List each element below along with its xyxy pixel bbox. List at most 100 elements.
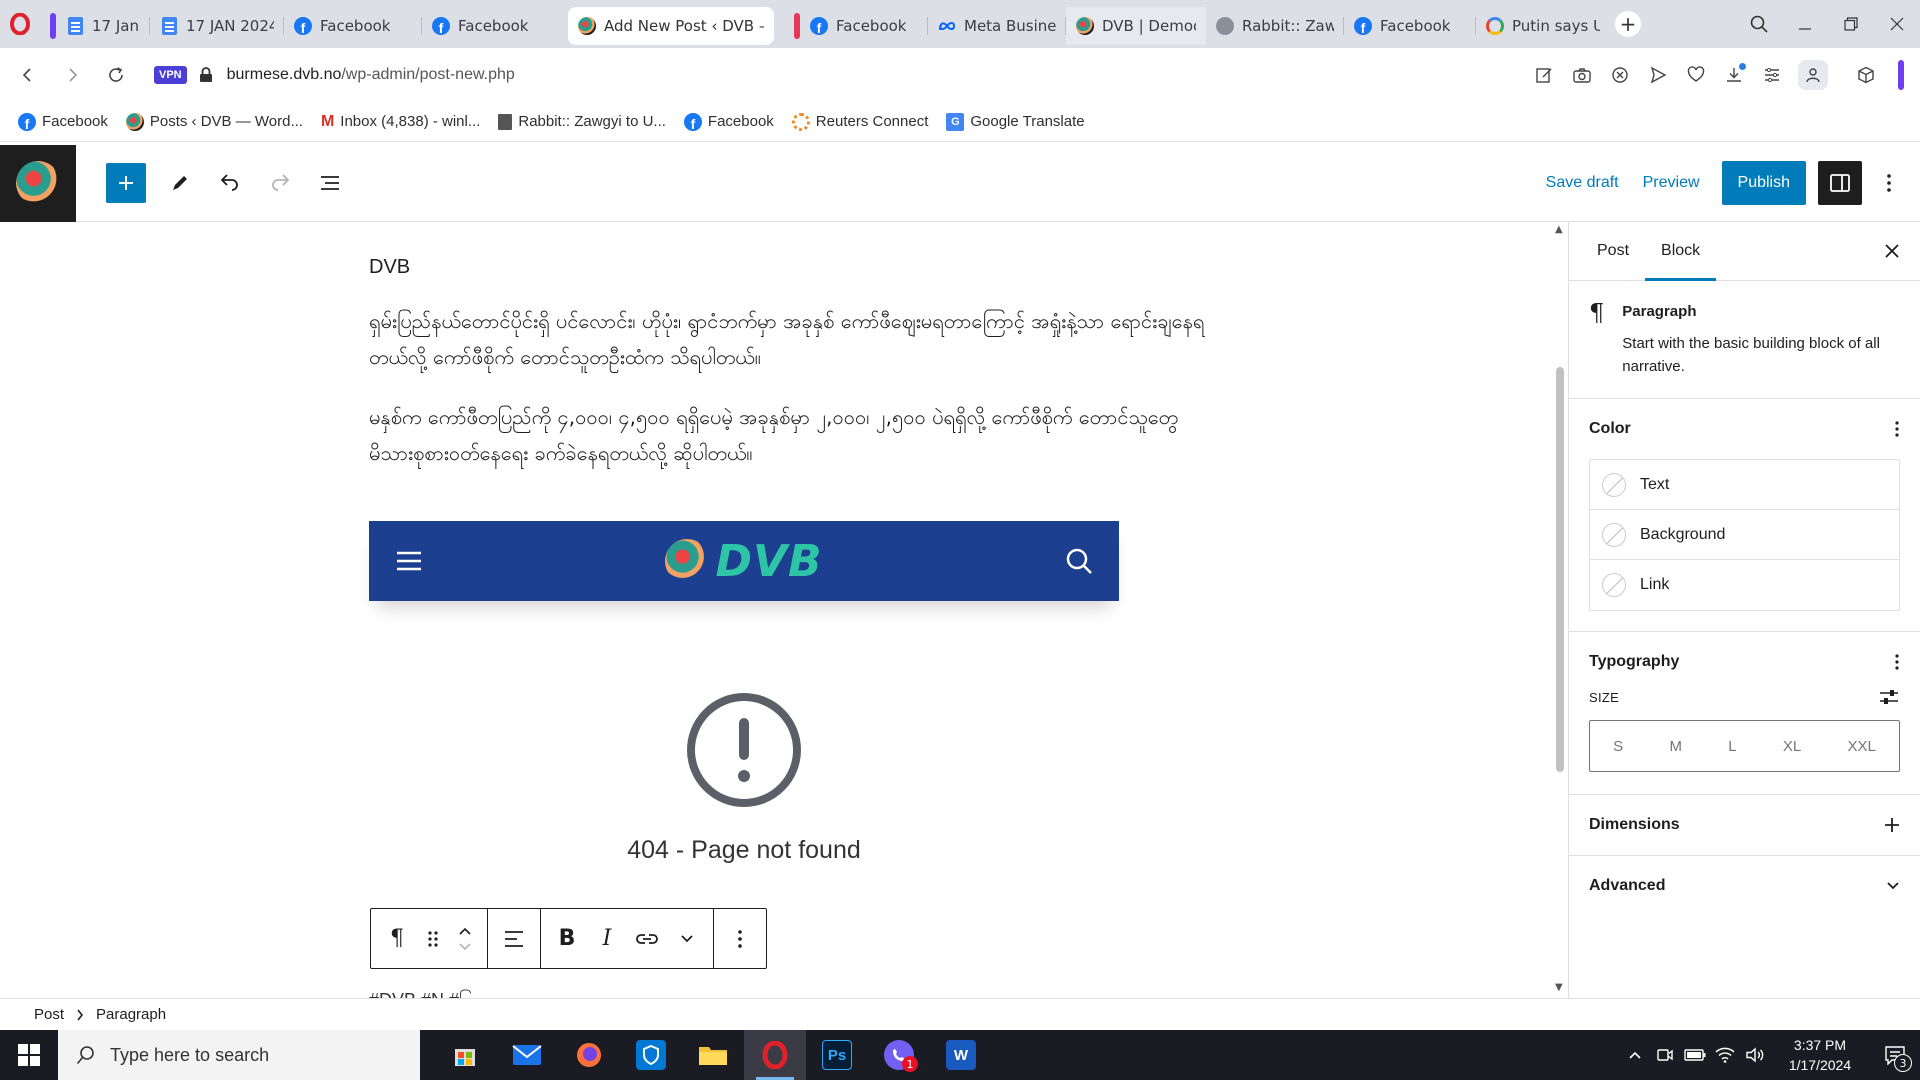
taskbar-search[interactable]: Type here to search [58,1030,420,1080]
url-field[interactable]: burmese.dvb.no/wp-admin/post-new.php [227,66,515,84]
bookmark-inbox[interactable]: M Inbox (4,838) - winl... [321,113,480,131]
save-draft-button[interactable]: Save draft [1534,174,1631,192]
breadcrumb-post[interactable]: Post [34,1006,64,1023]
site-logo-button[interactable] [0,144,76,222]
tab-facebook-1[interactable]: f Facebook [284,7,422,45]
color-option-link[interactable]: Link [1590,560,1899,610]
link-button[interactable] [627,915,667,963]
size-option-m[interactable]: M [1669,738,1682,755]
size-option-l[interactable]: L [1728,738,1736,755]
close-sidebar-button[interactable] [1864,222,1920,280]
breadcrumb-paragraph[interactable]: Paragraph [96,1006,166,1023]
volume-icon[interactable] [1740,1047,1770,1063]
bookmark-posts-dvb[interactable]: Posts ‹ DVB — Word... [125,112,303,131]
tools-button[interactable] [160,163,200,203]
paragraph-block[interactable]: မနှစ်က ကော်ဖီတပြည်ကို ၄,၀၀၀၊ ၄,၅၀၀ ရရှိပ… [369,399,1209,471]
profile-button[interactable] [1798,60,1828,90]
bold-button[interactable]: B [547,915,587,963]
download-icon[interactable] [1722,63,1746,87]
size-option-s[interactable]: S [1613,738,1623,755]
taskbar-app-mail[interactable] [496,1030,558,1080]
color-option-text[interactable]: Text [1590,460,1899,510]
drag-handle[interactable] [417,915,449,963]
forward-button[interactable] [54,57,90,93]
undo-button[interactable] [210,163,250,203]
hashtag-paragraph[interactable]: #DVB #N #ပြ ၂၀ ၂၀ ၂၀ ၂၀ [369,988,568,998]
tab-post[interactable]: Post [1581,222,1645,280]
taskbar-app-photoshop[interactable]: Ps [806,1030,868,1080]
lock-icon[interactable] [199,67,213,83]
tab-dvb-democratic[interactable]: DVB | Democra [1066,7,1206,45]
more-formats-button[interactable] [667,915,707,963]
taskbar-clock[interactable]: 3:37 PM 1/17/2024 [1770,1035,1870,1075]
tab-rabbit-zawgyi[interactable]: Rabbit:: Zawgy [1206,7,1344,45]
taskbar-app-word[interactable]: W [930,1030,992,1080]
document-overview-button[interactable] [310,163,350,203]
tab-facebook-2[interactable]: f Facebook [422,7,562,45]
adblock-icon[interactable] [1608,63,1632,87]
size-option-xl[interactable]: XL [1783,738,1801,755]
paragraph-transform-button[interactable]: ¶ [377,915,417,963]
scrollbar-thumb[interactable] [1556,367,1564,772]
move-down-icon[interactable] [458,942,472,952]
bookmark-rabbit-zawgyi[interactable]: Rabbit:: Zawgyi to U... [498,113,666,130]
advanced-panel-header[interactable]: Advanced [1589,856,1900,916]
edit-page-icon[interactable] [1532,63,1556,87]
tab-block[interactable]: Block [1645,222,1717,281]
meet-now-icon[interactable] [1650,1047,1680,1063]
redo-button[interactable] [260,163,300,203]
canvas-scrollbar[interactable]: ▲ ▼ [1552,222,1568,998]
taskbar-app-viber[interactable]: 1 [868,1030,930,1080]
bookmark-reuters[interactable]: Reuters Connect [791,112,928,131]
paragraph-byline[interactable]: DVB [369,256,1209,279]
extensions-cube-icon[interactable] [1854,63,1878,87]
custom-size-settings-icon[interactable] [1878,688,1900,706]
camera-icon[interactable] [1570,63,1594,87]
easy-setup-icon[interactable] [1760,63,1784,87]
battery-icon[interactable] [1680,1049,1710,1061]
preview-button[interactable]: Preview [1631,174,1712,192]
back-button[interactable] [10,57,46,93]
paragraph-block[interactable]: ရှမ်းပြည်နယ်တောင်ပိုင်းရှိ ပင်လောင်း၊ ဟိ… [369,303,1209,375]
scroll-down-arrow-icon[interactable]: ▼ [1555,982,1563,993]
chevron-up-icon[interactable] [1620,1050,1650,1060]
tab-search-button[interactable] [1736,0,1782,48]
restore-button[interactable] [1828,0,1874,48]
block-inserter-button[interactable] [106,163,146,203]
size-option-xxl[interactable]: XXL [1847,738,1875,755]
heart-icon[interactable] [1684,63,1708,87]
color-option-background[interactable]: Background [1590,510,1899,560]
tab-facebook-4[interactable]: f Facebook [1344,7,1476,45]
taskbar-app-security[interactable] [620,1030,682,1080]
publish-button[interactable]: Publish [1721,161,1806,205]
opera-menu-button[interactable] [0,0,40,48]
taskbar-app-file-explorer[interactable] [682,1030,744,1080]
more-vertical-icon[interactable] [1894,420,1900,438]
bookmark-google-translate[interactable]: G Google Translate [946,112,1085,131]
wifi-icon[interactable] [1710,1047,1740,1063]
new-tab-button[interactable]: + [1610,0,1646,48]
tab-meta-business[interactable]: Meta Business [928,7,1066,45]
taskbar-app-microsoft-store[interactable] [434,1030,496,1080]
tab-facebook-3[interactable]: f Facebook [784,7,928,45]
align-button[interactable] [494,915,534,963]
action-center-button[interactable]: 3 [1870,1030,1920,1080]
move-up-icon[interactable] [458,926,472,936]
settings-toggle-button[interactable] [1818,161,1862,205]
close-window-button[interactable] [1874,0,1920,48]
more-vertical-icon[interactable] [1894,653,1900,671]
options-menu-button[interactable] [1874,161,1904,205]
minimize-button[interactable] [1782,0,1828,48]
tab-doc-17jan-b[interactable]: 17 JAN 2024 B [150,7,284,45]
chevron-down-icon[interactable] [1886,881,1900,891]
send-icon[interactable] [1646,63,1670,87]
taskbar-app-firefox[interactable] [558,1030,620,1080]
vpn-badge[interactable]: VPN [154,66,187,84]
block-options-button[interactable] [720,915,760,963]
bookmark-facebook-1[interactable]: f Facebook [18,112,108,131]
tab-doc-17jan-w[interactable]: 17 Jan 2024 W [40,7,150,45]
bookmark-facebook-2[interactable]: f Facebook [683,112,774,131]
tab-putin-says[interactable]: Putin says Ukra [1476,7,1610,45]
italic-button[interactable]: I [587,915,627,963]
taskbar-app-opera[interactable] [744,1030,806,1080]
